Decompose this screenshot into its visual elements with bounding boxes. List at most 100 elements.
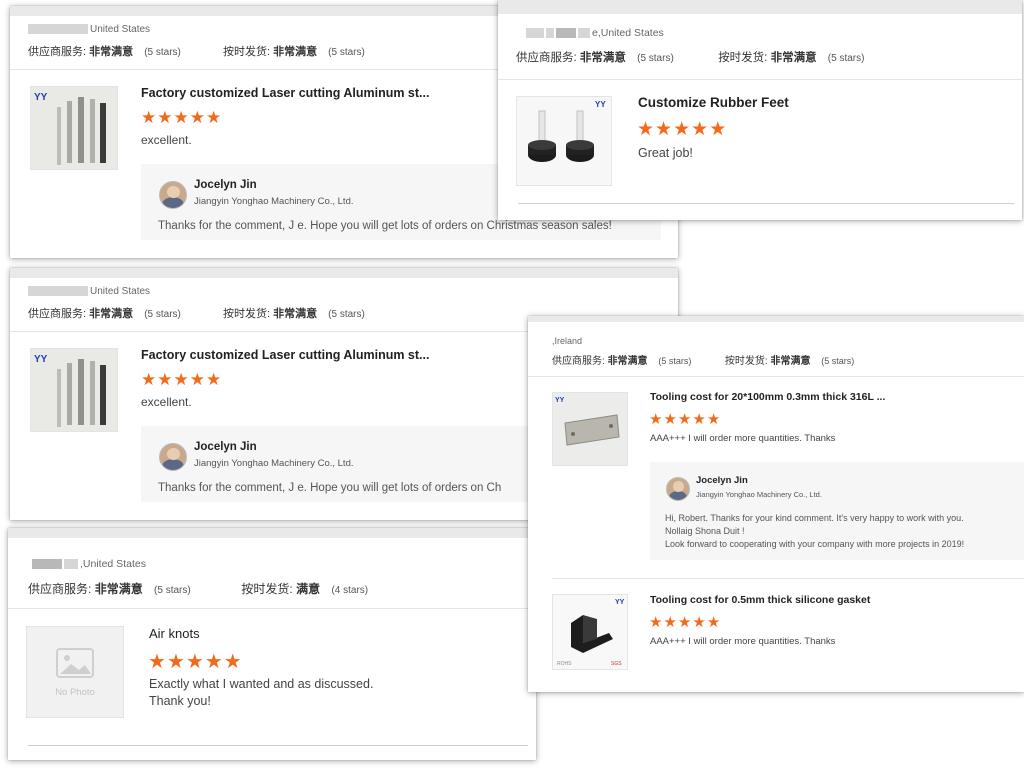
product-thumbnail[interactable]: YY ROHS SGS xyxy=(552,594,628,670)
star-icon: ★ xyxy=(692,411,707,428)
review-comment-line2: Thank you! xyxy=(149,694,211,708)
card-top-strip xyxy=(528,316,1024,322)
reply-text: Thanks for the comment, J e. Hope you wi… xyxy=(158,482,502,494)
buyer-location: ,United States xyxy=(32,558,146,570)
image-placeholder-icon xyxy=(56,648,94,678)
reply-author: Jocelyn Jin xyxy=(696,475,748,486)
ship-stars: (5 stars) xyxy=(328,47,365,58)
supplier-ratings: 供应商服务: 非常满意 (5 stars) 按时发货: 非常满意 (5 star… xyxy=(516,49,864,65)
reply-author: Jocelyn Jin xyxy=(194,441,257,453)
divider xyxy=(552,578,1024,579)
product-title[interactable]: Factory customized Laser cutting Aluminu… xyxy=(141,348,429,362)
star-rating: ★★★★★ xyxy=(141,370,222,390)
ship-stars: (5 stars) xyxy=(827,53,865,64)
svg-text:ROHS: ROHS xyxy=(557,661,572,667)
review-card-d: ,Ireland 供应商服务: 非常满意 (5 stars) 按时发货: 非常满… xyxy=(528,316,1024,692)
ship-value: 非常满意 xyxy=(273,308,318,320)
card-top-strip xyxy=(8,528,536,538)
product-thumbnail-placeholder[interactable]: No Photo xyxy=(26,626,124,718)
service-value: 非常满意 xyxy=(579,52,626,64)
service-stars: (5 stars) xyxy=(144,47,181,58)
reply-text: Thanks for the comment, J e. Hope you wi… xyxy=(158,220,612,232)
no-photo-label: No Photo xyxy=(55,687,95,698)
review-comment: AAA+++ I will order more quantities. Tha… xyxy=(650,433,836,444)
service-value: 非常满意 xyxy=(94,582,143,596)
avatar xyxy=(159,443,187,471)
star-icon: ★ xyxy=(706,614,722,631)
star-icon: ★ xyxy=(157,108,174,127)
svg-text:YY: YY xyxy=(595,100,606,109)
ship-label: 按时发货: xyxy=(222,46,271,58)
avatar xyxy=(666,477,690,501)
product-thumbnail[interactable]: YY xyxy=(516,96,612,186)
reply-company: Jiangyin Yonghao Machinery Co., Ltd. xyxy=(194,458,354,469)
star-icon: ★ xyxy=(691,119,710,140)
star-rating: ★★★★★ xyxy=(141,108,222,128)
svg-text:YY: YY xyxy=(555,397,565,404)
ship-value: 非常满意 xyxy=(770,356,811,367)
star-rating: ★★★★★ xyxy=(649,410,721,428)
reply-author: Jocelyn Jin xyxy=(194,179,257,191)
supplier-ratings: 供应商服务: 非常满意 (5 stars) 按时发货: 非常满意 (5 star… xyxy=(552,352,854,367)
ship-label: 按时发货: xyxy=(241,582,293,596)
supplier-ratings: 供应商服务: 非常满意 (5 stars) 按时发货: 非常满意 (5 star… xyxy=(28,305,365,321)
star-icon: ★ xyxy=(223,651,243,673)
review-card-e: ,United States 供应商服务: 非常满意 (5 stars) 按时发… xyxy=(8,528,536,760)
card-top-strip xyxy=(10,268,678,278)
star-icon: ★ xyxy=(663,614,678,631)
buyer-location: ,Ireland xyxy=(552,336,583,346)
product-title[interactable]: Tooling cost for 20*100mm 0.3mm thick 31… xyxy=(650,391,885,403)
divider xyxy=(498,79,1022,80)
star-icon: ★ xyxy=(148,651,167,673)
star-icon: ★ xyxy=(173,108,190,127)
star-icon: ★ xyxy=(677,614,693,631)
service-stars: (5 stars) xyxy=(637,53,674,64)
star-rating: ★★★★★ xyxy=(637,118,727,141)
product-title[interactable]: Air knots xyxy=(149,626,200,641)
ship-stars: (5 stars) xyxy=(328,309,365,320)
product-thumbnail[interactable]: YY xyxy=(30,86,118,170)
review-card-b: e,United States 供应商服务: 非常满意 (5 stars) 按时… xyxy=(498,0,1022,220)
star-icon: ★ xyxy=(706,411,722,428)
card-top-strip xyxy=(498,0,1022,14)
star-icon: ★ xyxy=(692,614,707,631)
star-icon: ★ xyxy=(709,119,728,140)
svg-text:YY: YY xyxy=(34,92,48,103)
supplier-ratings: 供应商服务: 非常满意 (5 stars) 按时发货: 满意 (4 stars) xyxy=(28,580,368,597)
service-stars: (5 stars) xyxy=(144,309,181,320)
ship-stars: (4 stars) xyxy=(331,585,369,596)
star-icon: ★ xyxy=(206,108,223,127)
product-thumbnail[interactable]: YY xyxy=(552,392,628,466)
reply-text-line2: Nollaig Shona Duit ! xyxy=(665,526,745,536)
service-value: 非常满意 xyxy=(607,356,648,367)
star-icon: ★ xyxy=(206,370,223,389)
reply-text-line3: Look forward to cooperating with your co… xyxy=(665,539,965,549)
star-icon: ★ xyxy=(649,614,664,631)
product-title[interactable]: Tooling cost for 0.5mm thick silicone ga… xyxy=(650,594,870,606)
supplier-reply: Jocelyn Jin Jiangyin Yonghao Machinery C… xyxy=(650,462,1024,560)
divider xyxy=(518,203,1014,204)
ship-value: 非常满意 xyxy=(770,52,817,64)
ship-label: 按时发货: xyxy=(222,308,271,320)
product-title[interactable]: Factory customized Laser cutting Aluminu… xyxy=(141,86,429,100)
divider xyxy=(528,376,1024,377)
buyer-location: e,United States xyxy=(526,27,664,39)
ship-label: 按时发货: xyxy=(718,52,768,64)
star-icon: ★ xyxy=(204,651,224,673)
rubber-feet-image: YY xyxy=(517,97,611,185)
buyer-location: United States xyxy=(28,286,150,297)
product-title[interactable]: Customize Rubber Feet xyxy=(638,95,789,110)
product-thumbnail[interactable]: YY xyxy=(30,348,118,432)
service-label: 供应商服务: xyxy=(28,582,92,596)
review-comment: Great job! xyxy=(638,146,693,160)
aluminum-strips-image: YY xyxy=(31,349,117,431)
avatar xyxy=(159,181,187,209)
reply-text-line1: Hi, Robert. Thanks for your kind comment… xyxy=(665,513,964,523)
star-rating: ★★★★★ xyxy=(649,613,721,631)
svg-text:YY: YY xyxy=(615,599,625,606)
reply-company: Jiangyin Yonghao Machinery Co., Ltd. xyxy=(696,490,822,499)
review-comment: excellent. xyxy=(141,133,192,147)
star-icon: ★ xyxy=(166,651,186,673)
aluminum-strips-image: YY xyxy=(31,87,117,169)
service-stars: (5 stars) xyxy=(154,585,191,596)
